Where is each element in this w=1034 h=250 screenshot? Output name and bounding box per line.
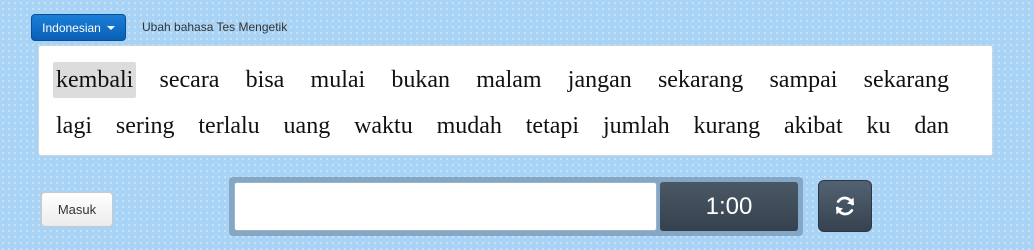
- word: terlalu: [198, 113, 260, 139]
- word: mudah: [436, 113, 502, 139]
- current-word: kembali: [53, 62, 137, 98]
- words-line-2: lagi sering terlalu uang waktu mudah tet…: [53, 108, 952, 144]
- timer-display: 1:00: [660, 182, 798, 231]
- language-label: Indonesian: [42, 20, 101, 35]
- words-display: kembali secara bisa mulai bukan malam ja…: [38, 45, 993, 156]
- word: bukan: [391, 67, 451, 93]
- typing-input-bar: 1:00: [229, 177, 803, 236]
- word: lagi: [56, 113, 92, 139]
- word: sering: [115, 113, 175, 139]
- word: ku: [866, 113, 891, 139]
- change-language-text: Ubah bahasa Tes Mengetik: [142, 20, 288, 34]
- word: mulai: [310, 67, 366, 93]
- word: sekarang: [863, 67, 949, 93]
- caret-down-icon: [106, 26, 115, 30]
- word: tetapi: [525, 113, 580, 139]
- word: dan: [914, 113, 949, 139]
- word: uang: [283, 113, 331, 139]
- word: jangan: [567, 67, 632, 93]
- typing-input[interactable]: [234, 182, 657, 231]
- word: sekarang: [657, 67, 744, 93]
- word: malam: [476, 67, 542, 93]
- refresh-icon: [836, 196, 854, 216]
- word: kurang: [693, 113, 761, 139]
- language-dropdown-button[interactable]: Indonesian: [31, 14, 126, 41]
- word: secara: [159, 67, 220, 93]
- word: jumlah: [602, 113, 670, 139]
- login-button[interactable]: Masuk: [41, 192, 113, 227]
- words-line-1: kembali secara bisa mulai bukan malam ja…: [53, 62, 952, 98]
- word: sampai: [769, 67, 838, 93]
- word: waktu: [354, 113, 413, 139]
- word: bisa: [245, 67, 285, 93]
- word: akibat: [783, 113, 843, 139]
- reload-button[interactable]: [818, 180, 872, 232]
